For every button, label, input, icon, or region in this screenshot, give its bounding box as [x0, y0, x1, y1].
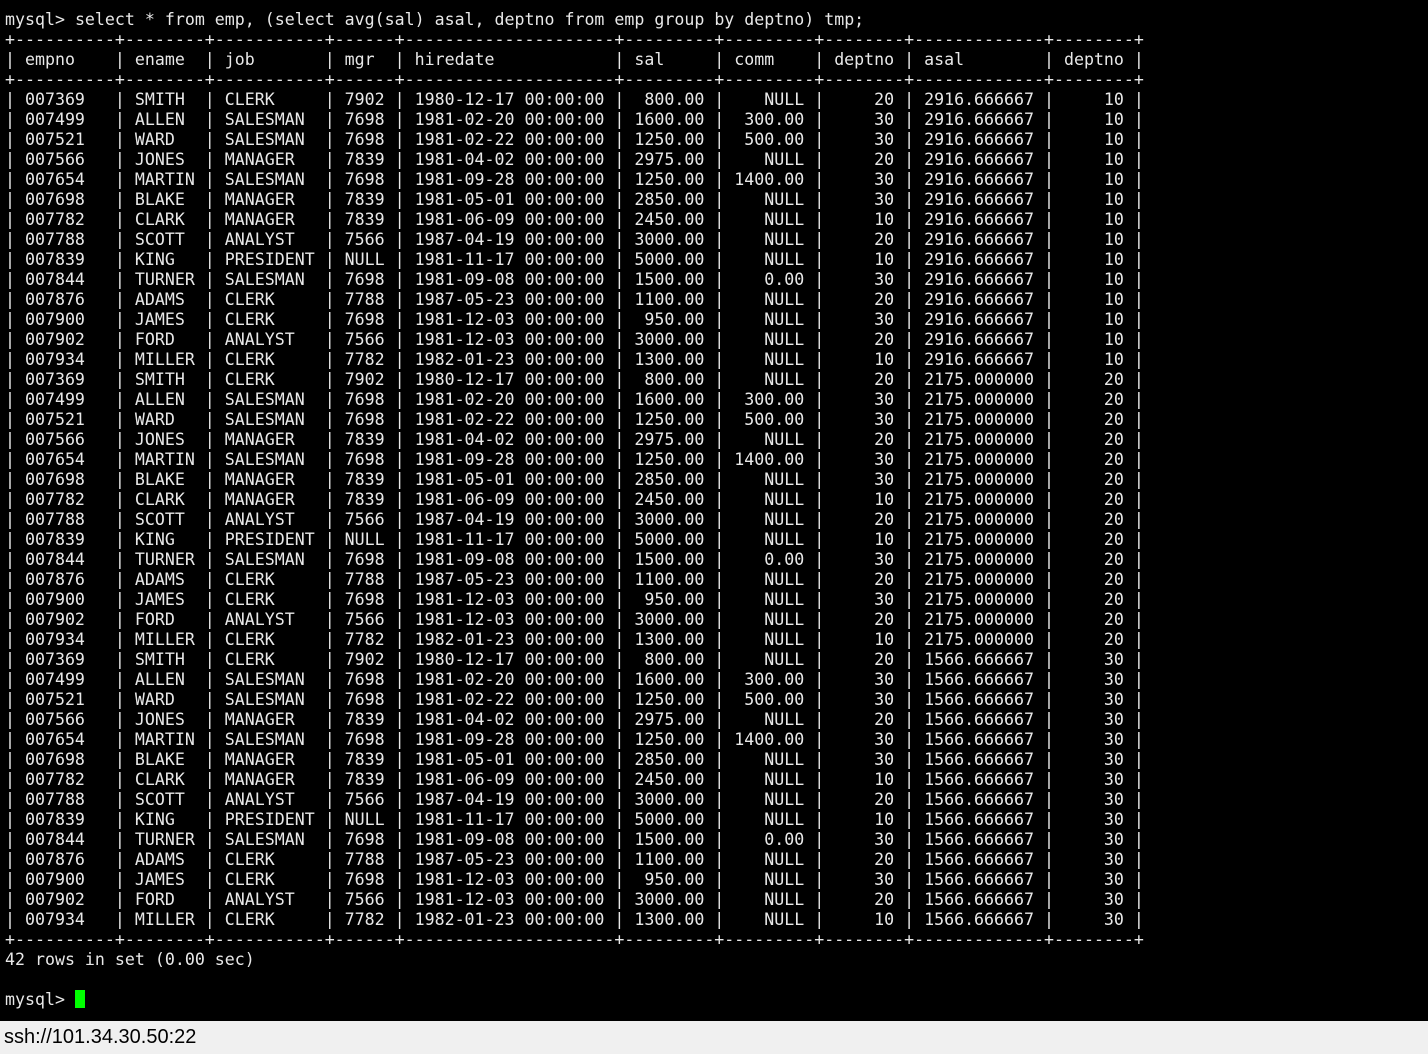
table-row: | 007654 | MARTIN | SALESMAN | 7698 | 19…: [5, 450, 1144, 469]
table-row: | 007782 | CLARK | MANAGER | 7839 | 1981…: [5, 490, 1144, 509]
table-row: | 007900 | JAMES | CLERK | 7698 | 1981-1…: [5, 870, 1144, 889]
table-row: | 007654 | MARTIN | SALESMAN | 7698 | 19…: [5, 170, 1144, 189]
table-row: | 007698 | BLAKE | MANAGER | 7839 | 1981…: [5, 190, 1144, 209]
table-row: | 007499 | ALLEN | SALESMAN | 7698 | 198…: [5, 390, 1144, 409]
table-header-row: | empno | ename | job | mgr | hiredate |…: [5, 50, 1144, 69]
table-row: | 007782 | CLARK | MANAGER | 7839 | 1981…: [5, 210, 1144, 229]
table-row: | 007876 | ADAMS | CLERK | 7788 | 1987-0…: [5, 290, 1144, 309]
table-row: | 007902 | FORD | ANALYST | 7566 | 1981-…: [5, 610, 1144, 629]
table-row: | 007900 | JAMES | CLERK | 7698 | 1981-1…: [5, 590, 1144, 609]
table-row: | 007902 | FORD | ANALYST | 7566 | 1981-…: [5, 330, 1144, 349]
table-border-header: +----------+--------+-----------+------+…: [5, 70, 1144, 89]
table-row: | 007844 | TURNER | SALESMAN | 7698 | 19…: [5, 270, 1144, 289]
table-row: | 007844 | TURNER | SALESMAN | 7698 | 19…: [5, 550, 1144, 569]
table-row: | 007934 | MILLER | CLERK | 7782 | 1982-…: [5, 350, 1144, 369]
table-row: | 007782 | CLARK | MANAGER | 7839 | 1981…: [5, 770, 1144, 789]
table-row: | 007839 | KING | PRESIDENT | NULL | 198…: [5, 810, 1144, 829]
table-row: | 007876 | ADAMS | CLERK | 7788 | 1987-0…: [5, 850, 1144, 869]
command-line: mysql> select * from emp, (select avg(sa…: [5, 10, 1144, 30]
table-row: | 007521 | WARD | SALESMAN | 7698 | 1981…: [5, 690, 1144, 709]
table-row: | 007900 | JAMES | CLERK | 7698 | 1981-1…: [5, 310, 1144, 329]
table-row: | 007844 | TURNER | SALESMAN | 7698 | 19…: [5, 830, 1144, 849]
table-row: | 007839 | KING | PRESIDENT | NULL | 198…: [5, 250, 1144, 269]
table-row: | 007521 | WARD | SALESMAN | 7698 | 1981…: [5, 410, 1144, 429]
table-row: | 007698 | BLAKE | MANAGER | 7839 | 1981…: [5, 470, 1144, 489]
table-row: | 007499 | ALLEN | SALESMAN | 7698 | 198…: [5, 670, 1144, 689]
terminal-content: mysql> select * from emp, (select avg(sa…: [5, 10, 1144, 1010]
table-row: | 007902 | FORD | ANALYST | 7566 | 1981-…: [5, 890, 1144, 909]
table-row: | 007788 | SCOTT | ANALYST | 7566 | 1987…: [5, 230, 1144, 249]
prompt: mysql>: [5, 990, 75, 1009]
active-prompt-line[interactable]: mysql>: [5, 990, 1144, 1010]
table-border-bottom: +----------+--------+-----------+------+…: [5, 930, 1144, 949]
table-row: | 007369 | SMITH | CLERK | 7902 | 1980-1…: [5, 370, 1144, 389]
table-row: | 007521 | WARD | SALESMAN | 7698 | 1981…: [5, 130, 1144, 149]
table-row: | 007369 | SMITH | CLERK | 7902 | 1980-1…: [5, 650, 1144, 669]
table-row: | 007934 | MILLER | CLERK | 7782 | 1982-…: [5, 910, 1144, 929]
table-row: | 007369 | SMITH | CLERK | 7902 | 1980-1…: [5, 90, 1144, 109]
table-row: | 007698 | BLAKE | MANAGER | 7839 | 1981…: [5, 750, 1144, 769]
result-summary: 42 rows in set (0.00 sec): [5, 950, 255, 969]
connection-address: ssh://101.34.30.50:22: [4, 1026, 197, 1048]
table-row: | 007788 | SCOTT | ANALYST | 7566 | 1987…: [5, 790, 1144, 809]
terminal-window[interactable]: mysql> select * from emp, (select avg(sa…: [0, 0, 1428, 1021]
table-row: | 007654 | MARTIN | SALESMAN | 7698 | 19…: [5, 730, 1144, 749]
cursor-block: [74, 990, 85, 1008]
table-row: | 007788 | SCOTT | ANALYST | 7566 | 1987…: [5, 510, 1144, 529]
command-text: select * from emp, (select avg(sal) asal…: [74, 10, 865, 29]
table-row: | 007876 | ADAMS | CLERK | 7788 | 1987-0…: [5, 570, 1144, 589]
prompt: mysql>: [5, 10, 75, 29]
table-border-top: +----------+--------+-----------+------+…: [5, 30, 1144, 49]
table-row: | 007839 | KING | PRESIDENT | NULL | 198…: [5, 530, 1144, 549]
status-bar: ssh://101.34.30.50:22: [0, 1021, 1428, 1054]
table-row: | 007566 | JONES | MANAGER | 7839 | 1981…: [5, 150, 1144, 169]
table-row: | 007566 | JONES | MANAGER | 7839 | 1981…: [5, 710, 1144, 729]
table-row: | 007499 | ALLEN | SALESMAN | 7698 | 198…: [5, 110, 1144, 129]
table-row: | 007566 | JONES | MANAGER | 7839 | 1981…: [5, 430, 1144, 449]
table-body: | 007369 | SMITH | CLERK | 7902 | 1980-1…: [5, 90, 1144, 930]
table-row: | 007934 | MILLER | CLERK | 7782 | 1982-…: [5, 630, 1144, 649]
